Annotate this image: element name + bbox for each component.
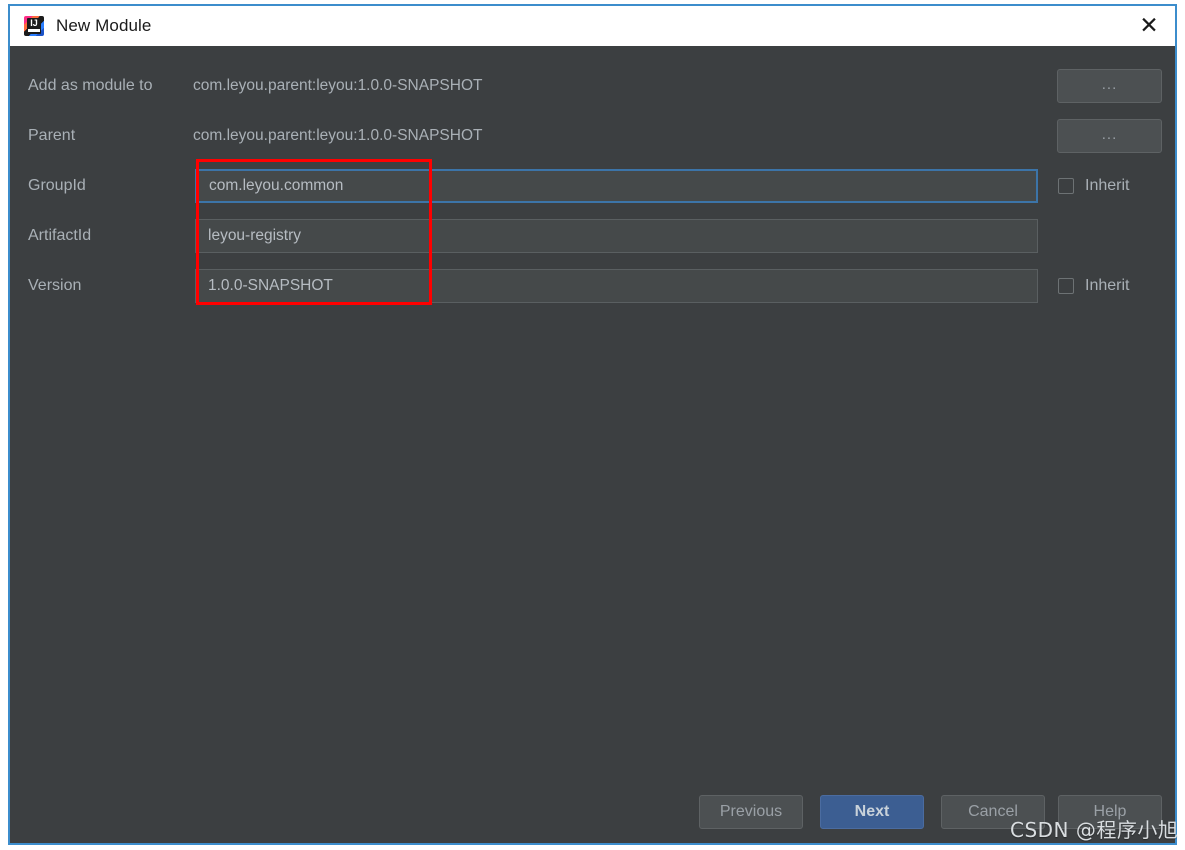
form-row-groupid: GroupId Inherit	[10, 169, 1175, 203]
form-row-version: Version Inherit	[10, 269, 1175, 303]
groupid-inherit-checkbox[interactable]: Inherit	[1058, 169, 1129, 203]
dialog-footer: Previous Next Cancel Help	[10, 781, 1175, 843]
value-parent: com.leyou.parent:leyou:1.0.0-SNAPSHOT	[193, 127, 483, 144]
new-module-dialog: IJ New Module ✕ Add as module to com.ley…	[8, 4, 1177, 845]
next-button[interactable]: Next	[820, 795, 924, 829]
value-add-as-module-to: com.leyou.parent:leyou:1.0.0-SNAPSHOT	[193, 77, 483, 94]
version-inherit-label: Inherit	[1085, 277, 1130, 294]
groupid-inherit-label: Inherit	[1085, 177, 1130, 194]
intellij-idea-icon: IJ	[23, 15, 45, 37]
csdn-watermark: CSDN @程序小旭	[1010, 818, 1179, 842]
dialog-title: New Module	[56, 16, 152, 35]
checkbox-box-groupid-inherit[interactable]	[1058, 178, 1074, 194]
browse-parent-button[interactable]: ...	[1057, 119, 1162, 153]
artifactid-input[interactable]	[195, 219, 1038, 253]
previous-button[interactable]: Previous	[699, 795, 803, 829]
label-version: Version	[28, 277, 82, 294]
label-parent: Parent	[28, 127, 76, 144]
form-row-artifactid: ArtifactId	[10, 219, 1175, 253]
label-artifactid: ArtifactId	[28, 227, 92, 244]
form-row-parent: Parent com.leyou.parent:leyou:1.0.0-SNAP…	[10, 119, 1175, 153]
checkbox-box-version-inherit[interactable]	[1058, 278, 1074, 294]
version-input[interactable]	[195, 269, 1038, 303]
form-row-add-as-module-to: Add as module to com.leyou.parent:leyou:…	[10, 69, 1175, 103]
label-groupid: GroupId	[28, 177, 86, 194]
dialog-title-bar: IJ New Module ✕	[10, 6, 1175, 46]
close-icon[interactable]: ✕	[1123, 6, 1175, 46]
groupid-input[interactable]	[195, 169, 1038, 203]
version-inherit-checkbox[interactable]: Inherit	[1058, 269, 1129, 303]
label-add-as-module-to: Add as module to	[28, 77, 153, 94]
browse-add-as-module-to-button[interactable]: ...	[1057, 69, 1162, 103]
dialog-content: Add as module to com.leyou.parent:leyou:…	[10, 46, 1175, 843]
